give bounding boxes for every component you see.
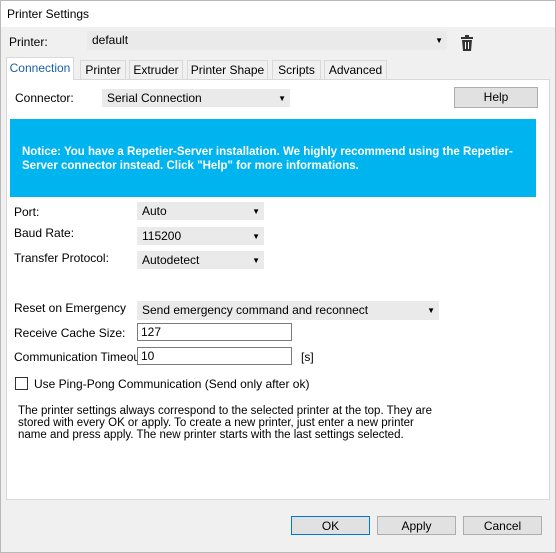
chevron-down-icon: ▼: [252, 207, 260, 216]
tab-extruder-label: Extruder: [133, 63, 179, 77]
tab-printer[interactable]: Printer: [80, 60, 126, 79]
window-title: Printer Settings: [7, 7, 90, 21]
transfer-protocol-select-value: Autodetect: [142, 253, 200, 267]
receive-cache-label: Receive Cache Size:: [14, 326, 126, 340]
tab-scripts[interactable]: Scripts: [272, 60, 321, 79]
printer-select-value: default: [92, 33, 129, 47]
tab-connection-label: Connection: [9, 61, 71, 75]
transfer-protocol-select[interactable]: Autodetect ▼: [137, 251, 264, 269]
tab-connection[interactable]: Connection: [6, 57, 74, 80]
info-text: The printer settings always correspond t…: [18, 405, 433, 441]
communication-timeout-label: Communication Timeout:: [14, 350, 147, 364]
chevron-down-icon: ▼: [427, 306, 435, 315]
printer-select[interactable]: default ▼: [87, 31, 447, 50]
title-bar: Printer Settings: [1, 1, 555, 27]
printer-label: Printer:: [9, 35, 48, 49]
chevron-down-icon: ▼: [278, 94, 286, 103]
reset-emergency-select[interactable]: Send emergency command and reconnect ▼: [137, 301, 439, 320]
tab-advanced[interactable]: Advanced: [324, 60, 387, 79]
ping-pong-checkbox[interactable]: [15, 377, 28, 390]
baud-rate-select[interactable]: 115200 ▼: [137, 227, 264, 245]
printer-settings-dialog: Printer Settings Printer: default ▼ Conn…: [0, 0, 556, 553]
tab-printer-shape[interactable]: Printer Shape: [187, 60, 268, 79]
connector-select-value: Serial Connection: [107, 91, 202, 105]
tab-printer-shape-label: Printer Shape: [190, 63, 265, 77]
transfer-protocol-label: Transfer Protocol:: [14, 251, 109, 265]
tab-extruder[interactable]: Extruder: [129, 60, 183, 79]
connector-select[interactable]: Serial Connection ▼: [102, 89, 290, 107]
help-button[interactable]: Help: [454, 87, 538, 108]
port-label: Port:: [14, 205, 40, 219]
timeout-unit-label: [s]: [301, 350, 314, 364]
reset-emergency-label: Reset on Emergency: [14, 301, 127, 315]
notice-text: Notice: You have a Repetier-Server insta…: [22, 146, 513, 172]
notice-banner: Notice: You have a Repetier-Server insta…: [10, 119, 536, 197]
reset-emergency-select-value: Send emergency command and reconnect: [142, 303, 369, 317]
baud-rate-select-value: 115200: [142, 229, 182, 243]
receive-cache-input[interactable]: 127: [137, 323, 292, 341]
chevron-down-icon: ▼: [252, 232, 260, 241]
tab-advanced-label: Advanced: [328, 63, 383, 77]
chevron-down-icon: ▼: [252, 256, 260, 265]
tab-printer-label: Printer: [85, 63, 121, 77]
cancel-button[interactable]: Cancel: [463, 516, 542, 535]
port-select-value: Auto: [142, 204, 167, 218]
tab-scripts-label: Scripts: [278, 63, 315, 77]
ping-pong-label: Use Ping-Pong Communication (Send only a…: [34, 377, 310, 391]
communication-timeout-input[interactable]: 10: [137, 347, 292, 365]
apply-button[interactable]: Apply: [377, 516, 456, 535]
ok-button[interactable]: OK: [291, 516, 370, 535]
port-select[interactable]: Auto ▼: [137, 202, 264, 220]
chevron-down-icon: ▼: [435, 36, 443, 45]
baud-rate-label: Baud Rate:: [14, 226, 75, 240]
trash-icon[interactable]: [460, 35, 474, 54]
connector-label: Connector:: [15, 91, 74, 105]
